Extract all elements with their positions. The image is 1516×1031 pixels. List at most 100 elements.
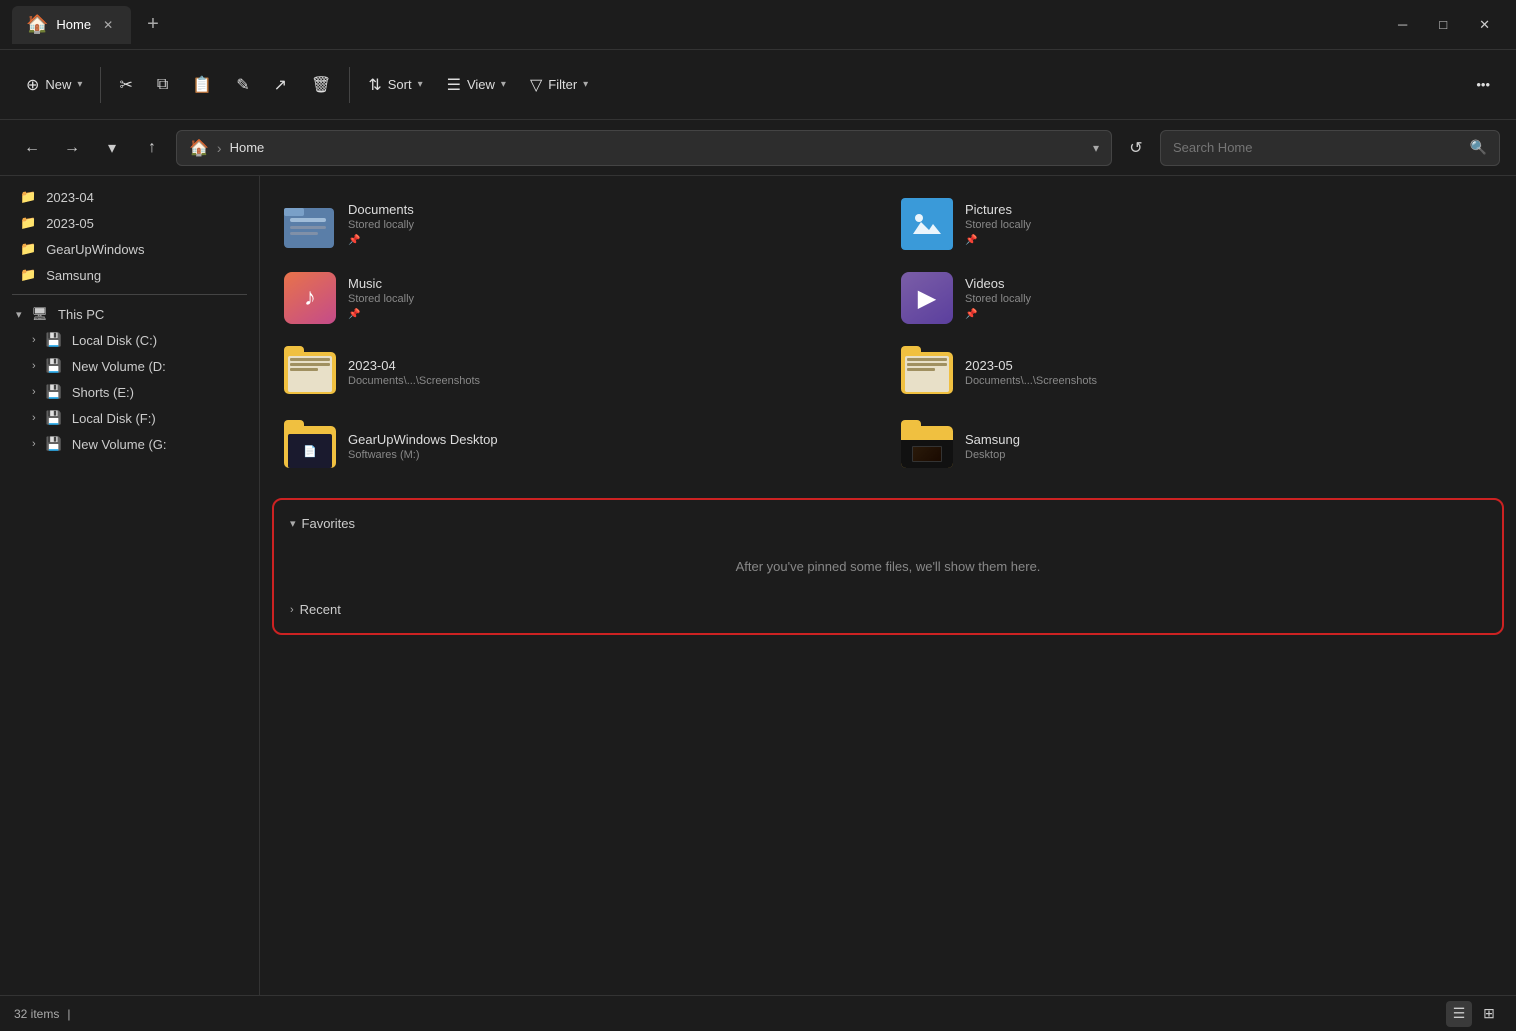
- sidebar-item-2023-05[interactable]: 📁 2023-05: [4, 210, 255, 236]
- status-view-buttons: ☰ ⊞: [1446, 1001, 1502, 1027]
- address-chevron-icon[interactable]: ▾: [1093, 141, 1099, 155]
- nav-bar: ← → ▾ ↑ 🏠 › Home ▾ ↺ 🔍: [0, 120, 1516, 176]
- back-button[interactable]: ←: [16, 132, 48, 164]
- favorites-empty-text: After you've pinned some files, we'll sh…: [736, 559, 1041, 574]
- new-button[interactable]: ⊕ New ▾: [16, 69, 92, 101]
- pictures-info: Pictures Stored locally 📌: [965, 202, 1031, 246]
- documents-folder-thumb: [284, 198, 336, 250]
- rename-button[interactable]: ✎: [226, 69, 259, 101]
- recent-header[interactable]: › Recent: [290, 598, 1486, 621]
- refresh-button[interactable]: ↺: [1120, 132, 1152, 164]
- sidebar-item-new-volume-g[interactable]: › 💾 New Volume (G:: [4, 431, 255, 457]
- drive-d-icon: 💾: [46, 358, 62, 374]
- sidebar-item-label-2023-04: 2023-04: [46, 190, 94, 205]
- minimize-button[interactable]: ─: [1392, 15, 1413, 35]
- drive-f-label: Local Disk (F:): [72, 411, 156, 426]
- sidebar-item-local-f[interactable]: › 💾 Local Disk (F:): [4, 405, 255, 431]
- view-list-button[interactable]: ☰: [1446, 1001, 1472, 1027]
- sidebar-item-samsung[interactable]: 📁 Samsung: [4, 262, 255, 288]
- cut-button[interactable]: ✂: [109, 69, 142, 101]
- folder-item-videos[interactable]: ▶ Videos Stored locally 📌: [889, 262, 1504, 334]
- up-button[interactable]: ↑: [136, 132, 168, 164]
- folder-item-pictures[interactable]: Pictures Stored locally 📌: [889, 188, 1504, 260]
- expand-e-icon: ›: [32, 386, 36, 398]
- music-sub: Stored locally: [348, 293, 414, 305]
- home-icon: 🏠: [26, 14, 48, 35]
- sidebar-item-shorts-e[interactable]: › 💾 Shorts (E:): [4, 379, 255, 405]
- list-view-icon: ☰: [1453, 1005, 1466, 1022]
- videos-info: Videos Stored locally 📌: [965, 276, 1031, 320]
- view-button[interactable]: ☰ View ▾: [437, 69, 516, 101]
- documents-pin-icon: 📌: [348, 235, 414, 246]
- search-bar[interactable]: 🔍: [1160, 130, 1500, 166]
- pictures-pin-icon: 📌: [965, 235, 1031, 246]
- copy-button[interactable]: ⧉: [147, 70, 178, 100]
- view-chevron: ▾: [501, 79, 506, 90]
- folder-2023-05-name: 2023-05: [965, 358, 1097, 373]
- videos-sub: Stored locally: [965, 293, 1031, 305]
- folder-2023-05-sub: Documents\...\Screenshots: [965, 375, 1097, 387]
- more-button[interactable]: •••: [1466, 71, 1500, 98]
- drive-c-label: Local Disk (C:): [72, 333, 157, 348]
- folder-gearup-name: GearUpWindows Desktop: [348, 432, 498, 447]
- documents-name: Documents: [348, 202, 414, 217]
- search-input[interactable]: [1173, 140, 1462, 155]
- folder-item-music[interactable]: ♪ Music Stored locally 📌: [272, 262, 887, 334]
- sidebar-item-new-volume-d[interactable]: › 💾 New Volume (D:: [4, 353, 255, 379]
- recent-chevron-icon: ›: [290, 604, 294, 616]
- forward-button[interactable]: →: [56, 132, 88, 164]
- favorites-header[interactable]: ▾ Favorites: [290, 512, 1486, 535]
- paste-button[interactable]: 📋: [182, 69, 222, 101]
- folder-item-2023-05[interactable]: 2023-05 Documents\...\Screenshots: [889, 336, 1504, 408]
- favorites-chevron-icon: ▾: [290, 517, 296, 530]
- folder-2023-04-sub: Documents\...\Screenshots: [348, 375, 480, 387]
- folder-2023-04-thumb: [284, 346, 336, 398]
- up-icon: ↑: [148, 139, 156, 157]
- maximize-button[interactable]: □: [1433, 15, 1453, 35]
- drive-g-label: New Volume (G:: [72, 437, 167, 452]
- sidebar-item-label-2023-05: 2023-05: [46, 216, 94, 231]
- folder-item-documents[interactable]: Documents Stored locally 📌: [272, 188, 887, 260]
- drive-f-icon: 💾: [46, 410, 62, 426]
- sidebar-item-this-pc[interactable]: ▾ 🖥 This PC: [4, 301, 255, 327]
- videos-name: Videos: [965, 276, 1031, 291]
- folder-item-2023-04[interactable]: 2023-04 Documents\...\Screenshots: [272, 336, 887, 408]
- recent-locations-button[interactable]: ▾: [96, 132, 128, 164]
- music-folder-thumb: ♪: [284, 272, 336, 324]
- delete-button[interactable]: 🗑: [301, 69, 341, 101]
- view-tiles-button[interactable]: ⊞: [1476, 1001, 1502, 1027]
- tab-close-button[interactable]: ✕: [99, 16, 117, 34]
- back-icon: ←: [24, 139, 40, 157]
- folder-2023-05-thumb: [901, 346, 953, 398]
- forward-icon: →: [64, 139, 80, 157]
- tab-home[interactable]: 🏠 Home ✕: [12, 6, 131, 44]
- close-button[interactable]: ✕: [1473, 15, 1496, 35]
- sort-icon: ⇅: [368, 75, 381, 95]
- toolbar-separator-1: [100, 67, 101, 103]
- tab-title: Home: [56, 17, 91, 32]
- this-pc-icon: 🖥: [32, 306, 49, 322]
- sidebar-item-2023-04[interactable]: 📁 2023-04: [4, 184, 255, 210]
- folder-samsung-info: Samsung Desktop: [965, 432, 1020, 461]
- filter-chevron: ▾: [583, 79, 588, 90]
- new-tab-button[interactable]: +: [139, 9, 167, 40]
- address-bar[interactable]: 🏠 › Home ▾: [176, 130, 1112, 166]
- this-pc-label: This PC: [58, 307, 104, 322]
- share-button[interactable]: ↗: [264, 69, 297, 101]
- sidebar-item-gearupwindows[interactable]: 📁 GearUpWindows: [4, 236, 255, 262]
- search-icon: 🔍: [1470, 139, 1487, 156]
- recent-label: Recent: [300, 602, 341, 617]
- folder-item-samsung[interactable]: Samsung Desktop: [889, 410, 1504, 482]
- paste-icon: 📋: [192, 75, 212, 95]
- sort-button[interactable]: ⇅ Sort ▾: [358, 69, 432, 101]
- folder-2023-04-info: 2023-04 Documents\...\Screenshots: [348, 358, 480, 387]
- folder-item-gearup[interactable]: 📄 GearUpWindows Desktop Softwares (M:): [272, 410, 887, 482]
- filter-button[interactable]: ▽ Filter ▾: [520, 69, 598, 101]
- share-icon: ↗: [274, 75, 287, 95]
- items-count: 32 items: [14, 1007, 59, 1021]
- folder-samsung-sub: Desktop: [965, 449, 1020, 461]
- sidebar-item-local-c[interactable]: › 💾 Local Disk (C:): [4, 327, 255, 353]
- drive-e-icon: 💾: [46, 384, 62, 400]
- folder-gearup-thumb: 📄: [284, 420, 336, 472]
- copy-icon: ⧉: [157, 76, 168, 94]
